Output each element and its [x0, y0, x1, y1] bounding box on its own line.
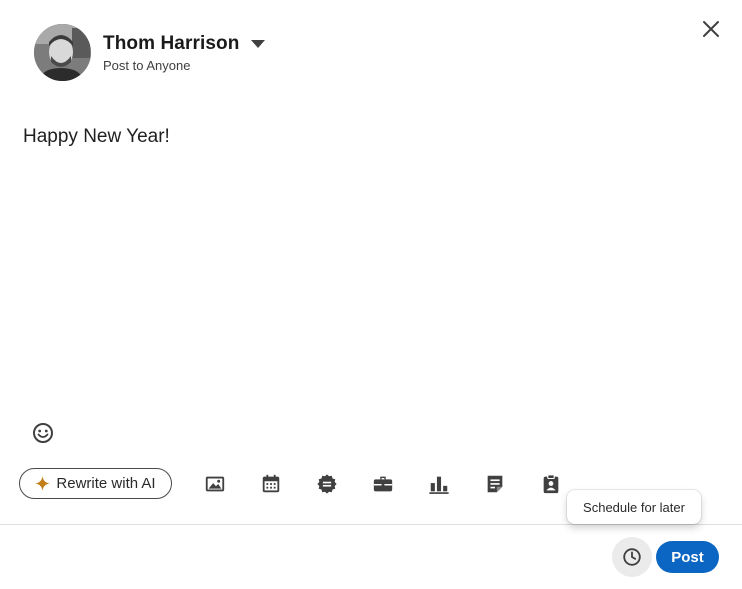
close-icon: [703, 21, 719, 37]
add-media-button[interactable]: [202, 471, 228, 497]
chevron-down-icon: [251, 39, 266, 48]
add-document-button[interactable]: [482, 471, 508, 497]
document-icon: [487, 475, 503, 493]
rewrite-with-ai-button[interactable]: Rewrite with AI: [19, 468, 172, 499]
share-job-button[interactable]: [370, 471, 396, 497]
create-poll-button[interactable]: [426, 471, 452, 497]
poll-chart-icon: [429, 476, 449, 494]
post-visibility: Post to Anyone: [103, 57, 191, 73]
author-selector[interactable]: Thom Harrison Post to Anyone: [34, 24, 266, 81]
find-expert-button[interactable]: [538, 471, 564, 497]
celebrate-occasion-button[interactable]: [314, 471, 340, 497]
footer-divider: [0, 524, 742, 525]
image-icon: [205, 476, 225, 492]
create-event-button[interactable]: [258, 471, 284, 497]
clock-icon: [623, 548, 641, 566]
schedule-post-button[interactable]: [612, 537, 652, 577]
celebrate-badge-icon: [317, 474, 337, 494]
rewrite-label: Rewrite with AI: [56, 475, 156, 492]
ai-sparkle-icon: [35, 476, 51, 491]
post-button[interactable]: Post: [656, 541, 719, 573]
calendar-event-icon: [262, 474, 280, 493]
post-text-editor[interactable]: Happy New Year!: [23, 124, 713, 150]
post-composer-dialog: Thom Harrison Post to Anyone Happy New Y…: [0, 0, 742, 589]
emoji-button[interactable]: [30, 420, 56, 446]
emoji-icon: [33, 423, 53, 443]
briefcase-icon: [373, 476, 393, 492]
author-name: Thom Harrison: [103, 32, 240, 54]
clipboard-icon: [543, 474, 559, 494]
schedule-tooltip: Schedule for later: [567, 490, 701, 524]
avatar: [34, 24, 91, 81]
close-button[interactable]: [696, 14, 726, 44]
